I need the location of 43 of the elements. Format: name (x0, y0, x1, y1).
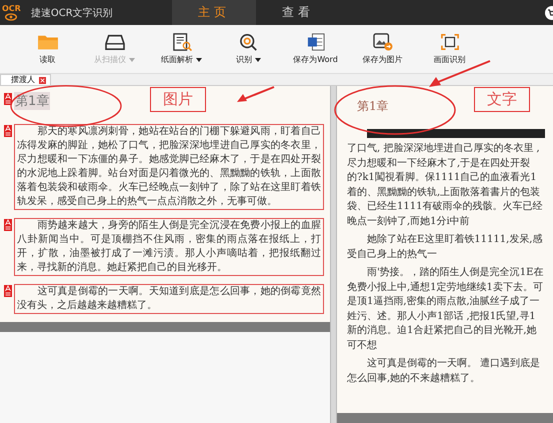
recognized-paragraph: 了口气, 把脸深深地埋进自己厚实的冬衣里 ,尽力想暖和一下经麻木了,于是在四处开裂的?k1闖視看脚。保1111自己的血液看光1着的、黑黝黝的铁轨,上面散落着書片的包装袋、已经生1111有破雨伞的残骸。火车已经晚点一刻钟了,而她1分i中前 (347, 142, 544, 228)
text-block-icon (4, 285, 12, 297)
toolbar-button-label: 纸面解析 (161, 54, 193, 65)
text-block-icon (4, 93, 12, 105)
toolbar-button[interactable]: 识别 (215, 25, 282, 73)
toolbar-button[interactable]: 读取 (14, 25, 81, 73)
folder-icon (36, 33, 58, 51)
toolbar-button-label: 保存为Word (293, 54, 338, 65)
dropdown-caret-icon[interactable] (196, 58, 202, 62)
nav-tab[interactable]: 主页 (172, 0, 256, 25)
close-icon[interactable] (39, 76, 46, 84)
app-title: 捷速OCR文字识别 (30, 6, 113, 20)
app-logo: OCR (2, 4, 21, 20)
toolbar-button-label: 保存为图片 (362, 54, 402, 65)
toolbar-button-label: 识别 (236, 54, 252, 65)
text-block-icon (4, 219, 12, 231)
scanned-paragraph: 那天的寒风凛冽刺骨，她站在站台的门棚下躲避风雨，盯着自己冻得发麻的脚趾，她松了口气，把脸深深地埋进自己厚实的冬衣里，尽力想暖和一下冻僵的鼻子。她感觉脚已经麻木了，于是在四处开裂的水泥地上跺着脚。站台对面是闪着微光的、黑黝黝的铁轨，上面散落着包装袋和破雨伞。火车已经晚点一刻钟了，除了站在这里盯着铁轨发呆，感受自己身上的热气一点点消散之外，无事可做。 (14, 124, 324, 210)
toolbar-button-label: 从扫描仪 (94, 54, 126, 65)
scanned-paragraph: 雨势越来越大，身旁的陌生人倒是完全沉浸在免费小报上的血腥八卦新闻当中。可是顶棚挡不住风雨，密集的雨点落在报纸上，打开，扩散，油墨被打成了一滩污渍。那人小声嘀咕着，把报纸翻过来，寻找新的消息。她赶紧把自己的目光移开。 (14, 218, 324, 276)
toolbar-button[interactable]: 纸面解析 (148, 25, 215, 73)
document-tab-label: 摆渡人 (11, 76, 35, 84)
toolbar-button[interactable]: 保存为图片 (349, 25, 416, 73)
document-search-icon (170, 33, 192, 51)
dropdown-caret-icon[interactable] (255, 58, 261, 62)
document-tab[interactable]: 摆渡人 (0, 74, 51, 85)
frame-capture-icon (438, 33, 460, 51)
drive-icon (104, 33, 126, 51)
toolbar-button-label: 读取 (40, 54, 56, 65)
toolbar-button-label: 画面识别 (434, 54, 466, 65)
recognized-paragraph: 她除了站在E这里盯着铁11111,发呆,感受自己身上的热气一 (347, 233, 544, 262)
annotation-arrow (236, 86, 276, 104)
toolbar-button[interactable]: 保存为Word (282, 25, 349, 73)
scanned-paragraph: 这可真是倒霉的一天啊。天知道到底是怎么回事，她的倒霉竟然没有头，之后越越来越糟糕了。 (14, 284, 324, 314)
annotation-label: 文字 (474, 87, 530, 112)
text-block-icon (4, 125, 12, 137)
nav-tab[interactable]: 查看 (256, 0, 340, 25)
recognized-paragraph: 雨'势接。，踏的陌生人倒是完全沉1E在免费小报上中,通想1定劳地继续1卖下去。可是顶1逼挡雨,密集的雨点散,油腻丝子成了一姓污、述。那人小声1部话 ,把报1氏望,寻1新的消息。迫1合赶紧把自己的目光靴开,她可不想 (347, 266, 544, 352)
toolbar-button[interactable]: 画面识别 (416, 25, 483, 73)
magnifier-icon (238, 33, 260, 51)
annotation-label: 图片 (150, 87, 206, 112)
recognized-paragraph: 这可真是倒霉的一天啊。 遭口遇到底是怎么回事,她的不来越糟糕了。 (347, 357, 542, 386)
chapter-heading: 第1章 (357, 98, 389, 115)
image-export-icon (372, 33, 394, 51)
